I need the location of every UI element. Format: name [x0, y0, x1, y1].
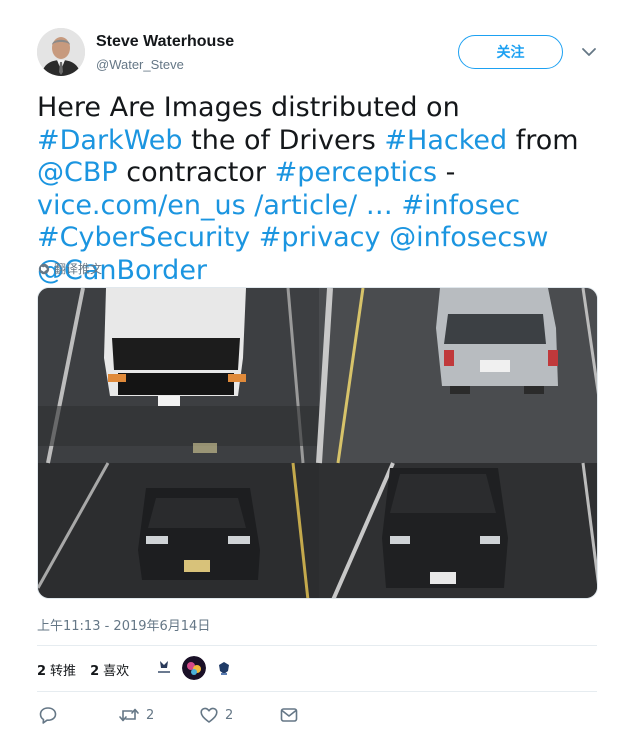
reply-icon — [39, 707, 57, 724]
tweet-link[interactable]: @CBP — [37, 157, 118, 188]
likes-stat[interactable]: 2 喜欢 — [90, 660, 129, 679]
user-handle[interactable]: @Water_Steve — [96, 57, 184, 72]
divider — [37, 645, 597, 646]
tweet: Steve Waterhouse @Water_Steve 关注 Here Ar… — [0, 0, 634, 754]
tweet-text-segment: from — [507, 124, 579, 156]
tweet-text-segment — [250, 222, 259, 253]
retweets-label: 转推 — [50, 664, 77, 679]
user-name[interactable]: Steve Waterhouse — [96, 33, 234, 51]
tweet-link[interactable]: #perceptics — [275, 157, 437, 188]
tweet-link[interactable]: vice.com/en_us /article/ … — [37, 190, 393, 221]
retweets-stat[interactable]: 2 转推 — [37, 660, 76, 679]
tweet-link[interactable]: #DarkWeb — [37, 125, 183, 156]
likes-label: 喜欢 — [103, 664, 130, 679]
tweet-text-segment — [381, 222, 390, 253]
like-count: 2 — [225, 707, 234, 723]
retweet-button[interactable]: 2 — [118, 705, 154, 725]
tweet-link[interactable]: #infosec — [401, 190, 520, 221]
follow-button[interactable]: 关注 — [458, 35, 563, 69]
tweet-text-segment: contractor — [117, 157, 275, 188]
envelope-icon — [280, 708, 298, 722]
tweet-stats: 2 转推 2 喜欢 — [37, 660, 129, 679]
like-button[interactable]: 2 — [199, 705, 233, 725]
heart-icon — [200, 707, 218, 723]
tweet-link[interactable]: #privacy — [259, 222, 381, 253]
tweet-link[interactable]: #Hacked — [384, 125, 507, 156]
globe-icon — [38, 263, 50, 274]
tweet-text-segment: - — [437, 157, 456, 188]
retweets-count: 2 — [37, 664, 47, 679]
tweet-media-image[interactable] — [37, 287, 598, 599]
liker-avatars — [152, 656, 236, 680]
liker-avatar[interactable] — [152, 656, 176, 680]
chevron-down-icon[interactable] — [580, 44, 598, 60]
divider — [37, 691, 597, 692]
retweet-count: 2 — [146, 707, 155, 723]
liker-avatar[interactable] — [212, 656, 236, 680]
tweet-text-segment: Here Are Images distributed on — [37, 92, 460, 123]
tweet-text: Here Are Images distributed on #DarkWeb … — [37, 92, 607, 287]
liker-avatar[interactable] — [182, 656, 206, 680]
translate-label: 翻译推文 — [54, 262, 103, 276]
reply-button[interactable] — [38, 705, 58, 725]
likes-count: 2 — [90, 664, 100, 679]
translate-tweet[interactable]: 翻译推文 — [38, 260, 102, 277]
tweet-link[interactable]: @infosecsw — [389, 222, 548, 253]
direct-message-button[interactable] — [279, 705, 299, 725]
tweet-timestamp[interactable]: 上午11:13 - 2019年6月14日 — [37, 615, 210, 634]
avatar[interactable] — [37, 28, 85, 76]
tweet-text-segment: the of Drivers — [182, 124, 385, 156]
tweet-link[interactable]: #CyberSecurity — [37, 222, 250, 253]
retweet-icon — [119, 708, 139, 722]
